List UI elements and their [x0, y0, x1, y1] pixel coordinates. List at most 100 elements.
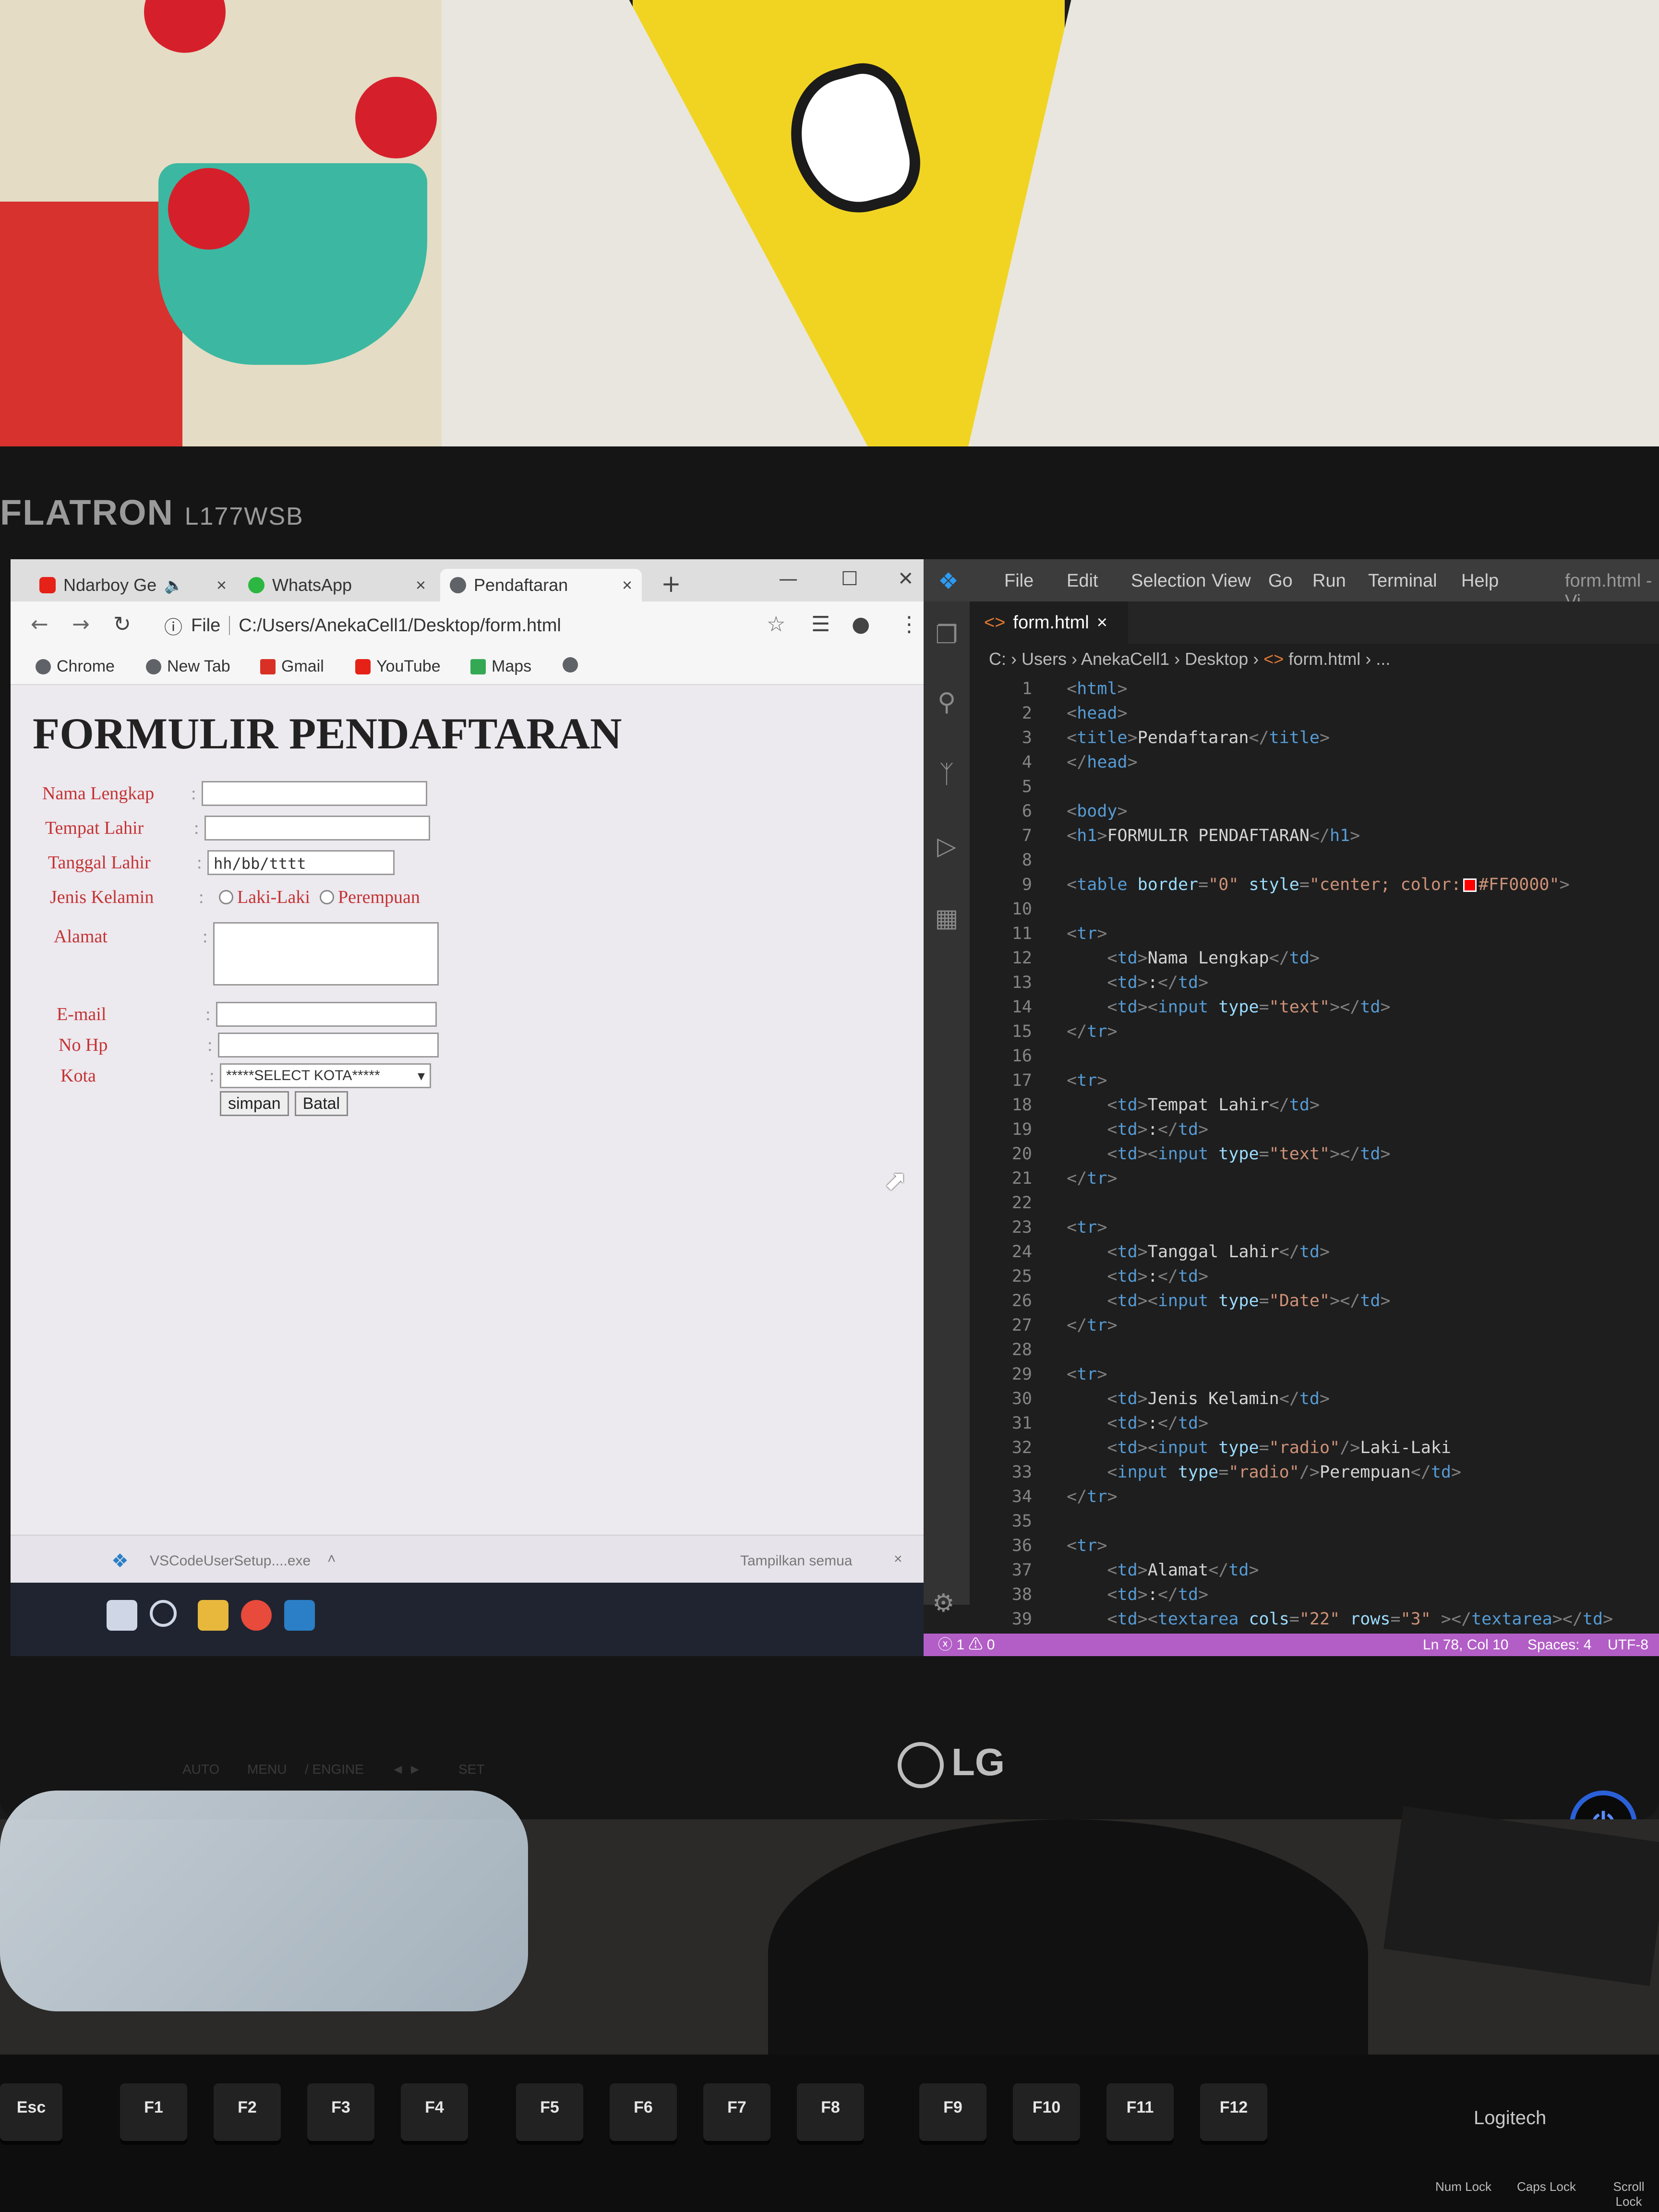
key-esc[interactable]: Esc	[0, 2083, 62, 2141]
bookmark-maps[interactable]: Maps	[470, 657, 531, 676]
close-tab-icon[interactable]: ×	[416, 575, 426, 595]
key-f3[interactable]: F3	[307, 2083, 374, 2141]
tab-ndarboy[interactable]: Ndarboy Ge 🔈 ×	[30, 569, 236, 601]
bookmark-chrome[interactable]: Chrome	[36, 657, 115, 676]
code-line[interactable]: <tr>	[1046, 924, 1107, 943]
code-line[interactable]: </tr>	[1046, 1316, 1117, 1335]
gear-icon[interactable]: ⚙	[932, 1589, 955, 1618]
code-line[interactable]: <td>Tanggal Lahir</td>	[1046, 1242, 1330, 1262]
code-line[interactable]: <tr>	[1046, 1218, 1107, 1237]
menu-terminal[interactable]: Terminal	[1368, 571, 1437, 591]
show-all-button[interactable]: Tampilkan semua	[740, 1553, 852, 1569]
code-line[interactable]: <body>	[1046, 802, 1127, 821]
new-tab-button[interactable]: +	[661, 570, 681, 598]
menu-file[interactable]: File	[1004, 571, 1034, 591]
chevron-up-icon[interactable]: ˄	[327, 1551, 336, 1567]
tempat-lahir-input[interactable]	[204, 816, 430, 841]
kota-select[interactable]: *****SELECT KOTA***** ▾	[220, 1063, 431, 1088]
url-text[interactable]: C:/Users/AnekaCell1/Desktop/form.html	[239, 615, 561, 636]
code-line[interactable]: <td><input type="text"></td>	[1046, 1144, 1390, 1164]
close-download-bar-icon[interactable]: ×	[894, 1551, 902, 1567]
close-tab-icon[interactable]: ×	[622, 575, 632, 595]
bookmark-unnamed[interactable]	[563, 657, 578, 673]
key-f5[interactable]: F5	[516, 2083, 583, 2141]
code-line[interactable]: <td><input type="radio"/>Laki-Laki	[1046, 1438, 1451, 1457]
key-f12[interactable]: F12	[1200, 2083, 1267, 2141]
no-hp-input[interactable]	[218, 1033, 439, 1058]
breadcrumb-item[interactable]: form.html	[1288, 649, 1360, 669]
file-explorer-icon[interactable]	[198, 1600, 228, 1631]
breadcrumb-item[interactable]: AnekaCell1	[1081, 649, 1169, 669]
code-line[interactable]: <td>Alamat</td>	[1046, 1561, 1259, 1580]
media-control-icon[interactable]: ☰	[811, 612, 830, 637]
cursor-position[interactable]: Ln 78, Col 10	[1423, 1634, 1508, 1656]
key-f6[interactable]: F6	[610, 2083, 677, 2141]
chrome-icon[interactable]	[241, 1600, 272, 1631]
menu-selection[interactable]: Selection	[1131, 571, 1206, 591]
simpan-button[interactable]: simpan	[220, 1091, 289, 1116]
code-line[interactable]: <td><textarea cols="22" rows="3" ></text…	[1046, 1610, 1613, 1629]
code-line[interactable]: <tr>	[1046, 1365, 1107, 1384]
bookmark-new-tab[interactable]: New Tab	[146, 657, 230, 676]
minimize-button[interactable]: —	[779, 568, 798, 590]
code-line[interactable]: <input type="radio"/>Perempuan</td>	[1046, 1463, 1461, 1482]
code-line[interactable]: <td>Tempat Lahir</td>	[1046, 1095, 1320, 1115]
close-window-button[interactable]: ✕	[898, 568, 914, 590]
code-line[interactable]: <td>:</td>	[1046, 973, 1208, 992]
close-tab-icon[interactable]: ×	[1097, 613, 1107, 633]
maximize-button[interactable]: ☐	[841, 568, 858, 590]
code-line[interactable]: <td>:</td>	[1046, 1120, 1208, 1139]
profile-icon[interactable]: ●	[852, 612, 870, 637]
close-tab-icon[interactable]: ×	[216, 575, 227, 595]
code-line[interactable]: <td>:</td>	[1046, 1585, 1208, 1604]
run-debug-icon[interactable]: ▷	[932, 832, 961, 861]
nama-lengkap-input[interactable]	[202, 781, 427, 806]
code-line[interactable]: <td>Jenis Kelamin</td>	[1046, 1389, 1330, 1408]
radio-laki-laki[interactable]	[219, 890, 233, 904]
code-line[interactable]: </tr>	[1046, 1169, 1117, 1188]
code-editor[interactable]: 1 <html> 2 <head> 3 <title>Pendaftaran</ti…	[970, 674, 1659, 1653]
code-line[interactable]: </tr>	[1046, 1487, 1117, 1506]
radio-perempuan[interactable]	[319, 890, 334, 904]
problems-indicator[interactable]: ⓧ 1 ⚠ 0	[938, 1634, 995, 1656]
breadcrumb-item[interactable]: ...	[1376, 649, 1390, 669]
key-f1[interactable]: F1	[120, 2083, 187, 2141]
breadcrumb-item[interactable]: Users	[1022, 649, 1067, 669]
menu-view[interactable]: View	[1212, 571, 1251, 591]
color-swatch-icon[interactable]	[1463, 878, 1477, 892]
key-f2[interactable]: F2	[214, 2083, 281, 2141]
forward-button[interactable]: →	[72, 612, 90, 637]
code-line[interactable]: <table border="0" style="center; color: #…	[1046, 875, 1570, 894]
download-filename[interactable]: VSCodeUserSetup....exe	[150, 1553, 311, 1569]
code-line[interactable]: <html>	[1046, 679, 1127, 698]
key-f9[interactable]: F9	[919, 2083, 986, 2141]
star-icon[interactable]: ☆	[767, 612, 785, 637]
tanggal-lahir-input[interactable]: hh/bb/tttt	[207, 850, 395, 875]
key-f8[interactable]: F8	[797, 2083, 864, 2141]
osd-button-engine[interactable]: / ENGINE	[305, 1762, 364, 1777]
code-line[interactable]: <tr>	[1046, 1536, 1107, 1555]
address-bar[interactable]: ⓘ File C:/Users/AnekaCell1/Desktop/form.…	[164, 609, 764, 642]
extensions-icon[interactable]: ▦	[932, 904, 961, 933]
menu-help[interactable]: Help	[1461, 571, 1499, 591]
code-line[interactable]: <h1>FORMULIR PENDAFTARAN</h1>	[1046, 826, 1360, 845]
source-control-icon[interactable]: ᛉ	[932, 760, 961, 789]
encoding[interactable]: UTF-8	[1608, 1634, 1648, 1656]
indentation[interactable]: Spaces: 4	[1527, 1634, 1591, 1656]
key-f10[interactable]: F10	[1013, 2083, 1080, 2141]
osd-button-auto[interactable]: AUTO	[182, 1762, 219, 1777]
menu-run[interactable]: Run	[1312, 571, 1346, 591]
key-f7[interactable]: F7	[703, 2083, 770, 2141]
tab-whatsapp[interactable]: WhatsApp ×	[239, 569, 435, 601]
breadcrumb-item[interactable]: Desktop	[1185, 649, 1248, 669]
menu-go[interactable]: Go	[1268, 571, 1293, 591]
alamat-textarea[interactable]	[213, 922, 439, 986]
tab-pendaftaran[interactable]: Pendaftaran ×	[440, 569, 642, 601]
code-line[interactable]: <tr>	[1046, 1071, 1107, 1090]
code-line[interactable]: <td>:</td>	[1046, 1414, 1208, 1433]
key-f4[interactable]: F4	[401, 2083, 468, 2141]
code-line[interactable]: </head>	[1046, 753, 1138, 772]
code-line[interactable]: </tr>	[1046, 1022, 1117, 1041]
search-icon[interactable]	[150, 1600, 177, 1627]
reload-button[interactable]: ↻	[113, 612, 131, 637]
